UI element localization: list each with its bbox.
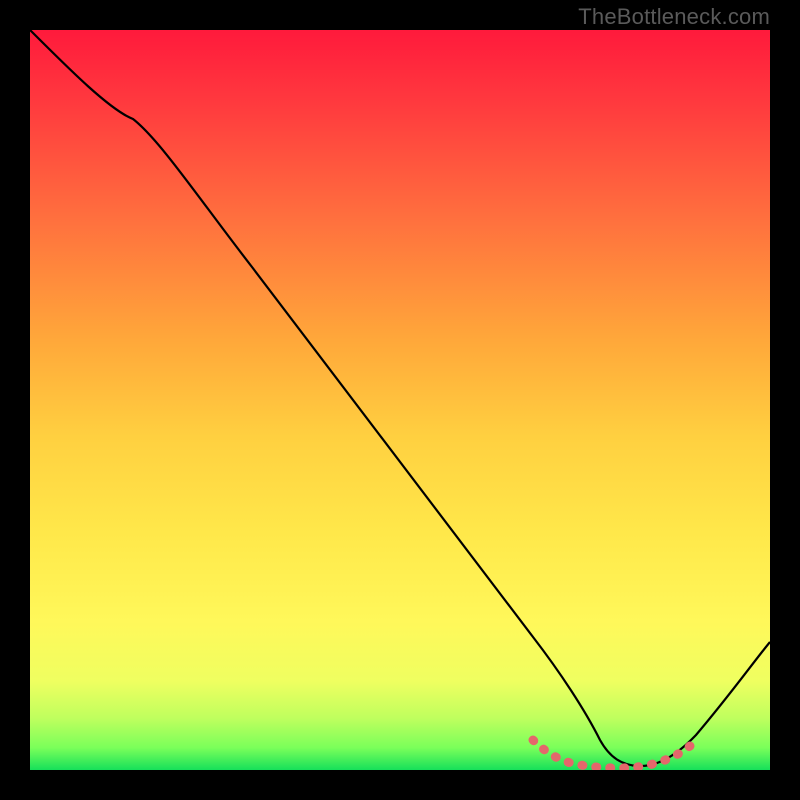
bottleneck-curve [30,30,770,766]
chart-frame: TheBottleneck.com [0,0,800,800]
watermark-text: TheBottleneck.com [578,4,770,30]
plot-area [30,30,770,770]
curve-layer [30,30,770,770]
